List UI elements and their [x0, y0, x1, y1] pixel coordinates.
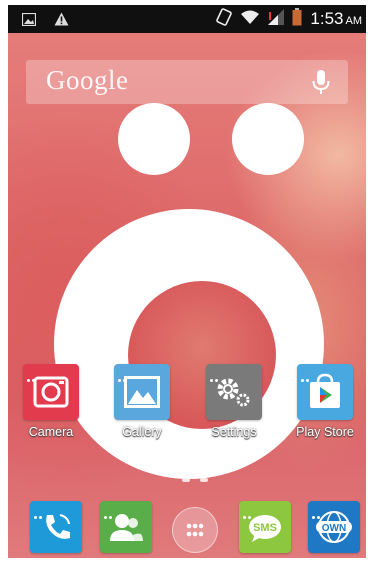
- settings-icon[interactable]: [206, 364, 262, 420]
- wallpaper-circle-right: [232, 103, 304, 175]
- app-label-gallery: Gallery: [122, 425, 162, 439]
- page-indicator: [182, 478, 208, 482]
- wifi-icon: [240, 9, 260, 29]
- sms-icon[interactable]: SMS: [239, 501, 291, 553]
- wallpaper-circle-left: [118, 103, 190, 175]
- app-play-store[interactable]: Play Store: [290, 364, 360, 439]
- status-bar: 1:53 AM: [8, 5, 366, 33]
- app-camera[interactable]: Camera: [16, 364, 86, 439]
- google-logo[interactable]: Google: [46, 65, 128, 96]
- mic-icon[interactable]: [312, 69, 330, 101]
- play-store-icon[interactable]: [297, 364, 353, 420]
- warning-icon: [54, 11, 69, 30]
- battery-icon: [292, 8, 302, 30]
- app-gallery[interactable]: Gallery: [107, 364, 177, 439]
- contacts-icon[interactable]: [100, 501, 152, 553]
- screen-rotate-icon: [216, 8, 233, 30]
- camera-icon[interactable]: [23, 364, 79, 420]
- globe-icon[interactable]: OWN: [308, 501, 360, 553]
- app-label-play-store: Play Store: [296, 425, 354, 439]
- google-search-bar[interactable]: Google: [26, 60, 348, 104]
- gallery-icon[interactable]: [114, 364, 170, 420]
- page-dot: [182, 478, 190, 482]
- sms-text: SMS: [253, 522, 277, 534]
- app-label-settings: Settings: [211, 425, 257, 439]
- signal-icon: [268, 9, 285, 29]
- image-notification-icon: [21, 11, 37, 30]
- app-label-camera: Camera: [28, 425, 74, 439]
- app-settings[interactable]: Settings: [199, 364, 269, 439]
- phone-icon[interactable]: [30, 501, 82, 553]
- app-drawer-icon[interactable]: [172, 507, 218, 553]
- status-time: 1:53 AM: [310, 9, 362, 29]
- home-screen: 1:53 AM Google Camera Gallery Settings P…: [8, 5, 366, 558]
- page-dot: [200, 478, 208, 482]
- status-time-value: 1:53: [310, 9, 344, 28]
- status-time-ampm: AM: [345, 15, 363, 27]
- browser-text: OWN: [322, 523, 346, 534]
